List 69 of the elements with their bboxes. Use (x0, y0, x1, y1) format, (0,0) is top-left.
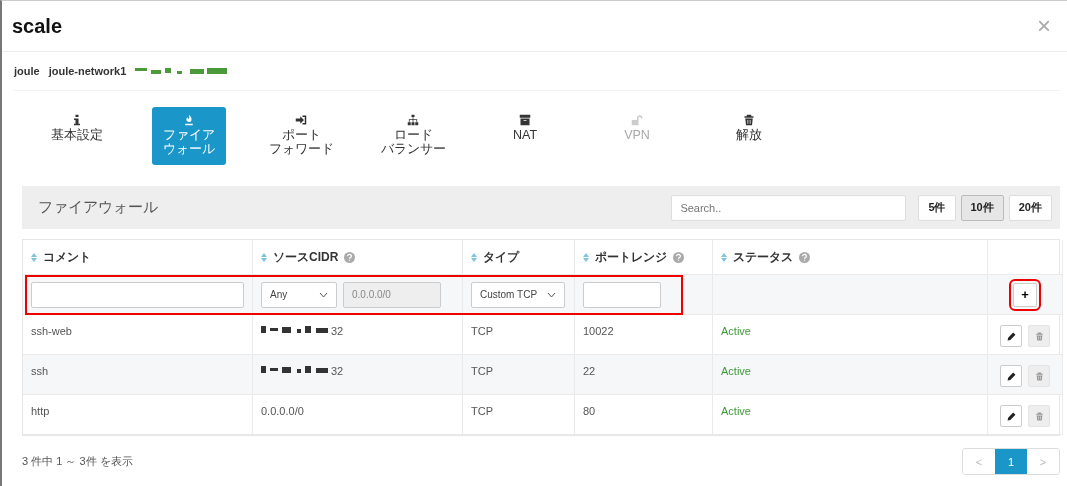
table-cell: 22 (575, 355, 713, 395)
table-cell: TCP (463, 395, 575, 435)
tab[interactable]: NAT (488, 107, 562, 165)
table-cell: 0.0.0.0/0 (261, 405, 304, 417)
table-cell: TCP (463, 355, 575, 395)
box-icon (519, 114, 531, 126)
hierarchy-icon (407, 114, 419, 126)
table-cell: 80 (575, 395, 713, 435)
table-cell: 32 (331, 365, 344, 377)
trash-icon (1034, 331, 1044, 341)
delete-button[interactable] (1028, 365, 1050, 387)
trash-icon (1034, 411, 1044, 421)
sort-icon[interactable] (261, 252, 267, 262)
delete-button[interactable] (1028, 405, 1050, 427)
info-icon (71, 114, 83, 126)
tab[interactable]: ロード バランサー (376, 107, 450, 165)
column-label: コメント (43, 248, 91, 266)
status-text: Active (713, 395, 988, 435)
table-cell: ssh (23, 355, 253, 395)
column-label: ソースCIDR (273, 248, 339, 266)
column-header[interactable]: タイプ (463, 240, 575, 275)
help-icon[interactable] (799, 251, 810, 263)
port-input[interactable] (583, 281, 661, 308)
status-text: Active (713, 355, 988, 395)
redacted-mark (261, 365, 331, 374)
trash-icon (1034, 371, 1044, 381)
column-label: ポートレンジ (595, 248, 667, 266)
sort-icon[interactable] (471, 252, 477, 262)
delete-button[interactable] (1028, 325, 1050, 347)
comment-input[interactable] (31, 281, 244, 308)
chevron-icon (547, 291, 556, 298)
sort-icon[interactable] (721, 252, 727, 262)
pencil-icon (1006, 371, 1016, 381)
edit-button[interactable] (1000, 405, 1022, 427)
edit-button[interactable] (1000, 365, 1022, 387)
flame-icon (183, 114, 195, 126)
padlock-icon (631, 114, 643, 126)
trash-icon (743, 114, 755, 126)
sort-icon[interactable] (583, 252, 589, 262)
panel-title: ファイアウォール (38, 198, 159, 217)
help-icon[interactable] (673, 251, 684, 263)
type-select[interactable]: Custom TCP (471, 281, 565, 308)
tab[interactable]: 解放 (712, 107, 786, 165)
column-header[interactable]: ポートレンジ (575, 240, 713, 275)
column-header[interactable]: ソースCIDR (253, 240, 463, 275)
redacted-mark (261, 325, 331, 334)
table-cell: 32 (331, 325, 344, 337)
column-label: ステータス (733, 248, 793, 266)
source-select[interactable]: Any (261, 281, 337, 308)
table-cell: http (23, 395, 253, 435)
column-label: タイプ (483, 248, 519, 266)
edit-button[interactable] (1000, 325, 1022, 347)
page-size-button[interactable]: 20件 (1008, 194, 1052, 221)
sort-icon[interactable] (31, 252, 37, 262)
page-size-button[interactable]: 10件 (960, 194, 1004, 221)
help-icon[interactable] (344, 251, 356, 263)
chevron-icon (319, 291, 328, 298)
breadcrumb-item: joule (14, 65, 40, 77)
pencil-icon (1006, 331, 1016, 341)
result-summary: 3 件中 1 ～ 3件 を表示 (22, 454, 133, 469)
column-header[interactable]: コメント (23, 240, 253, 275)
page-size-button[interactable]: 5件 (918, 194, 956, 221)
dialog-title: scale (12, 14, 63, 38)
enter-icon (295, 114, 307, 126)
pencil-icon (1006, 411, 1016, 421)
breadcrumb-item: joule-network1 (48, 65, 127, 77)
tab[interactable]: 基本設定 (40, 107, 114, 165)
tab[interactable]: ポート フォワード (264, 107, 338, 165)
search-field[interactable]: Search.. (671, 194, 907, 221)
